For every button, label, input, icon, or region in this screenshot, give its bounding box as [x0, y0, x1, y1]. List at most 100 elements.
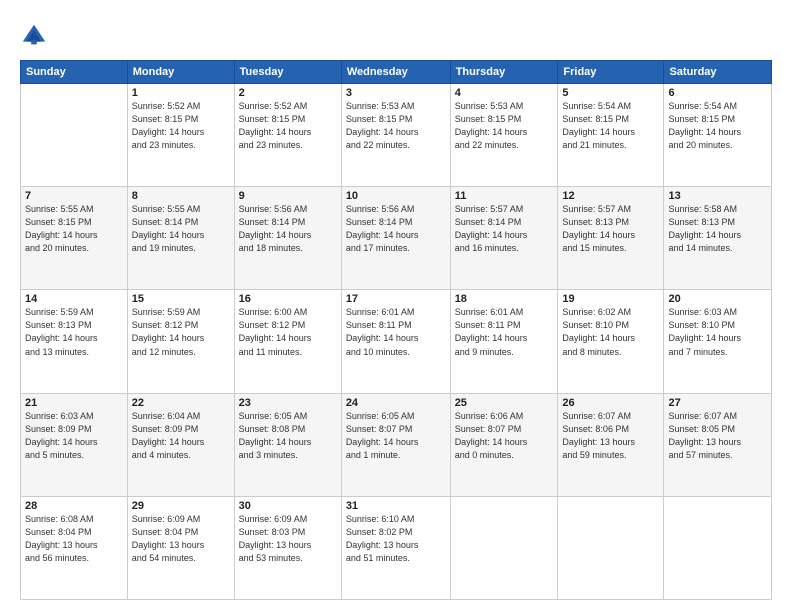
day-info: Sunrise: 5:59 AMSunset: 8:13 PMDaylight:… [25, 306, 123, 358]
day-number: 7 [25, 190, 123, 202]
day-info: Sunrise: 6:03 AMSunset: 8:09 PMDaylight:… [25, 410, 123, 462]
header [20, 18, 772, 50]
header-cell-saturday: Saturday [664, 61, 772, 84]
day-info: Sunrise: 6:00 AMSunset: 8:12 PMDaylight:… [239, 306, 337, 358]
calendar-cell: 9Sunrise: 5:56 AMSunset: 8:14 PMDaylight… [234, 187, 341, 290]
calendar-week-1: 1 Sunrise: 5:52 AMSunset: 8:15 PMDaylight… [21, 84, 772, 187]
day-number: 19 [562, 293, 659, 305]
calendar-cell [450, 496, 558, 599]
day-info: Sunrise: 6:02 AMSunset: 8:10 PMDaylight:… [562, 306, 659, 358]
day-number: 5 [562, 87, 659, 99]
day-info: Sunrise: 5:55 AMSunset: 8:15 PMDaylight:… [25, 203, 123, 255]
day-info: Sunrise: 6:01 AMSunset: 8:11 PMDaylight:… [455, 306, 554, 358]
calendar-week-5: 28Sunrise: 6:08 AMSunset: 8:04 PMDayligh… [21, 496, 772, 599]
day-info: Sunrise: 6:10 AMSunset: 8:02 PMDaylight:… [346, 513, 446, 565]
day-number: 30 [239, 500, 337, 512]
day-number: 11 [455, 190, 554, 202]
day-number: 13 [668, 190, 767, 202]
calendar-cell: 27Sunrise: 6:07 AMSunset: 8:05 PMDayligh… [664, 393, 772, 496]
header-cell-friday: Friday [558, 61, 664, 84]
day-number: 12 [562, 190, 659, 202]
calendar-cell: 11Sunrise: 5:57 AMSunset: 8:14 PMDayligh… [450, 187, 558, 290]
calendar-cell: 3Sunrise: 5:53 AMSunset: 8:15 PMDaylight… [341, 84, 450, 187]
calendar-cell: 12Sunrise: 5:57 AMSunset: 8:13 PMDayligh… [558, 187, 664, 290]
calendar-cell: 26Sunrise: 6:07 AMSunset: 8:06 PMDayligh… [558, 393, 664, 496]
calendar-cell: 16Sunrise: 6:00 AMSunset: 8:12 PMDayligh… [234, 290, 341, 393]
calendar-cell: 30Sunrise: 6:09 AMSunset: 8:03 PMDayligh… [234, 496, 341, 599]
calendar-cell: 23Sunrise: 6:05 AMSunset: 8:08 PMDayligh… [234, 393, 341, 496]
day-number: 29 [132, 500, 230, 512]
day-info: Sunrise: 5:58 AMSunset: 8:13 PMDaylight:… [668, 203, 767, 255]
calendar-cell: 10Sunrise: 5:56 AMSunset: 8:14 PMDayligh… [341, 187, 450, 290]
day-info: Sunrise: 6:08 AMSunset: 8:04 PMDaylight:… [25, 513, 123, 565]
day-number: 28 [25, 500, 123, 512]
calendar-cell: 29Sunrise: 6:09 AMSunset: 8:04 PMDayligh… [127, 496, 234, 599]
day-number: 20 [668, 293, 767, 305]
calendar-cell: 1Sunrise: 5:52 AMSunset: 8:15 PMDaylight… [127, 84, 234, 187]
calendar-cell: 28Sunrise: 6:08 AMSunset: 8:04 PMDayligh… [21, 496, 128, 599]
day-info: Sunrise: 5:56 AMSunset: 8:14 PMDaylight:… [239, 203, 337, 255]
day-number: 14 [25, 293, 123, 305]
calendar-cell: 8Sunrise: 5:55 AMSunset: 8:14 PMDaylight… [127, 187, 234, 290]
logo-icon [20, 22, 48, 50]
calendar-cell: 31Sunrise: 6:10 AMSunset: 8:02 PMDayligh… [341, 496, 450, 599]
header-cell-wednesday: Wednesday [341, 61, 450, 84]
day-info: Sunrise: 5:55 AMSunset: 8:14 PMDaylight:… [132, 203, 230, 255]
calendar-cell [21, 84, 128, 187]
page: SundayMondayTuesdayWednesdayThursdayFrid… [0, 0, 792, 612]
calendar-cell: 15Sunrise: 5:59 AMSunset: 8:12 PMDayligh… [127, 290, 234, 393]
calendar-cell [664, 496, 772, 599]
day-number: 6 [668, 87, 767, 99]
day-info: Sunrise: 6:06 AMSunset: 8:07 PMDaylight:… [455, 410, 554, 462]
calendar-cell: 5Sunrise: 5:54 AMSunset: 8:15 PMDaylight… [558, 84, 664, 187]
calendar-cell: 7Sunrise: 5:55 AMSunset: 8:15 PMDaylight… [21, 187, 128, 290]
calendar-cell: 24Sunrise: 6:05 AMSunset: 8:07 PMDayligh… [341, 393, 450, 496]
day-info: Sunrise: 5:53 AMSunset: 8:15 PMDaylight:… [455, 100, 554, 152]
calendar-cell: 4Sunrise: 5:53 AMSunset: 8:15 PMDaylight… [450, 84, 558, 187]
calendar-cell: 18Sunrise: 6:01 AMSunset: 8:11 PMDayligh… [450, 290, 558, 393]
header-cell-monday: Monday [127, 61, 234, 84]
calendar-cell: 25Sunrise: 6:06 AMSunset: 8:07 PMDayligh… [450, 393, 558, 496]
calendar-cell: 14Sunrise: 5:59 AMSunset: 8:13 PMDayligh… [21, 290, 128, 393]
day-number: 3 [346, 87, 446, 99]
calendar-week-2: 7Sunrise: 5:55 AMSunset: 8:15 PMDaylight… [21, 187, 772, 290]
day-number: 25 [455, 397, 554, 409]
calendar-body: 1 Sunrise: 5:52 AMSunset: 8:15 PMDaylight… [21, 84, 772, 600]
calendar-cell: 17Sunrise: 6:01 AMSunset: 8:11 PMDayligh… [341, 290, 450, 393]
day-number: 8 [132, 190, 230, 202]
calendar-week-4: 21Sunrise: 6:03 AMSunset: 8:09 PMDayligh… [21, 393, 772, 496]
day-info: Sunrise: 5:53 AMSunset: 8:15 PMDaylight:… [346, 100, 446, 152]
day-number: 26 [562, 397, 659, 409]
day-number: 24 [346, 397, 446, 409]
day-info: Sunrise: 6:05 AMSunset: 8:08 PMDaylight:… [239, 410, 337, 462]
header-cell-sunday: Sunday [21, 61, 128, 84]
day-number: 10 [346, 190, 446, 202]
day-info: Sunrise: 6:09 AMSunset: 8:03 PMDaylight:… [239, 513, 337, 565]
calendar-cell: 22Sunrise: 6:04 AMSunset: 8:09 PMDayligh… [127, 393, 234, 496]
day-number: 9 [239, 190, 337, 202]
day-info: Sunrise: 6:04 AMSunset: 8:09 PMDaylight:… [132, 410, 230, 462]
calendar-cell [558, 496, 664, 599]
header-cell-thursday: Thursday [450, 61, 558, 84]
day-number: 15 [132, 293, 230, 305]
day-info: Sunrise: 6:09 AMSunset: 8:04 PMDaylight:… [132, 513, 230, 565]
day-info: Sunrise: 5:52 AMSunset: 8:15 PMDaylight:… [239, 100, 337, 152]
day-number: 1 [132, 87, 230, 99]
day-number: 2 [239, 87, 337, 99]
day-info: Sunrise: 5:57 AMSunset: 8:14 PMDaylight:… [455, 203, 554, 255]
day-number: 21 [25, 397, 123, 409]
day-number: 31 [346, 500, 446, 512]
day-info: Sunrise: 5:54 AMSunset: 8:15 PMDaylight:… [562, 100, 659, 152]
day-number: 22 [132, 397, 230, 409]
logo [20, 22, 51, 50]
day-info: Sunrise: 6:05 AMSunset: 8:07 PMDaylight:… [346, 410, 446, 462]
calendar-table: SundayMondayTuesdayWednesdayThursdayFrid… [20, 60, 772, 600]
day-number: 27 [668, 397, 767, 409]
day-info: Sunrise: 5:59 AMSunset: 8:12 PMDaylight:… [132, 306, 230, 358]
day-number: 4 [455, 87, 554, 99]
header-cell-tuesday: Tuesday [234, 61, 341, 84]
day-info: Sunrise: 6:07 AMSunset: 8:06 PMDaylight:… [562, 410, 659, 462]
calendar-cell: 19Sunrise: 6:02 AMSunset: 8:10 PMDayligh… [558, 290, 664, 393]
day-number: 17 [346, 293, 446, 305]
day-info: Sunrise: 5:56 AMSunset: 8:14 PMDaylight:… [346, 203, 446, 255]
